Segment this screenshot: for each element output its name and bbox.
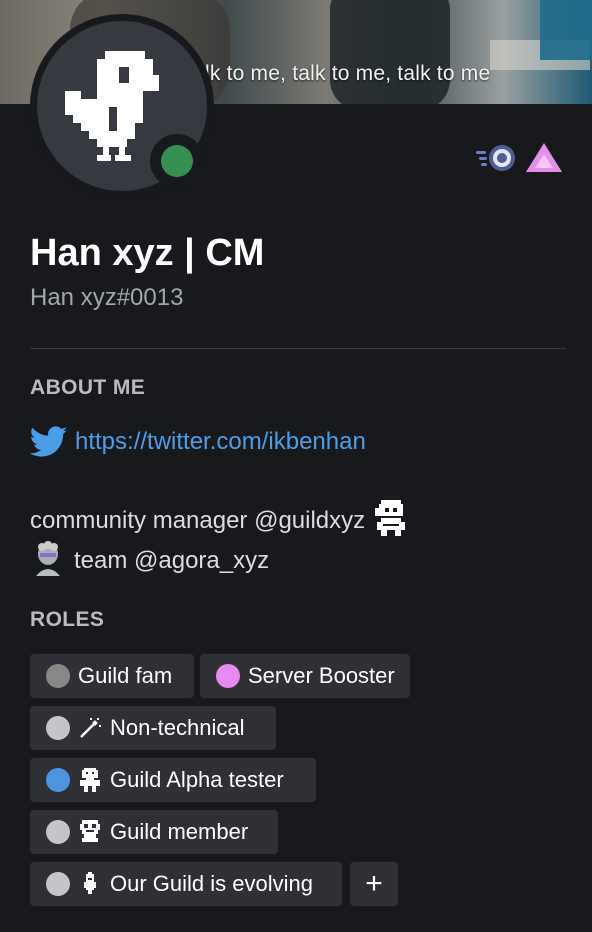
twitter-link[interactable]: https://twitter.com/ikbenhan [75,428,366,456]
role-guild-member[interactable]: Guild member [30,810,278,854]
role-guild-alpha-tester[interactable]: Guild Alpha tester [30,758,316,802]
statue-emoji-icon [30,540,66,583]
role-server-booster[interactable]: Server Booster [200,654,410,698]
divider [30,348,566,349]
role-color-dot[interactable] [46,820,70,844]
role-color-dot[interactable] [46,872,70,896]
add-role-button[interactable]: + [350,862,398,906]
role-label: Guild fam [78,663,173,688]
username-tag: Han xyz#0013 [30,284,184,311]
role-color-dot[interactable] [216,664,240,688]
role-non-technical[interactable]: Non-technical [30,706,276,750]
bio-line-2: team @agora_xyz [30,540,269,583]
role-color-dot[interactable] [46,664,70,688]
role-color-dot[interactable] [46,768,70,792]
server-boost-badge-icon[interactable] [476,142,518,174]
about-me-header: ABOUT ME [30,376,146,399]
role-label: Server Booster [248,663,395,688]
role-label: Guild member [110,819,249,844]
display-name: Han xyz | CM [30,232,265,274]
role-label: Guild Alpha tester [110,767,284,792]
role-guild-fam[interactable]: Guild fam [30,654,194,698]
guild-member-icon [78,820,102,844]
triangle-badge-icon[interactable] [524,140,564,176]
bio-text-1: community manager @guildxyz [30,506,366,534]
role-color-dot[interactable] [46,716,70,740]
alpha-robot-icon [78,768,102,792]
roles-header: ROLES [30,608,105,631]
rocket-icon [78,872,102,896]
twitter-icon [29,426,68,458]
magic-wand-icon [78,716,102,740]
bio-text-2: team @agora_xyz [74,546,270,574]
robot-emoji-icon [375,500,407,543]
plus-icon: + [365,867,383,900]
role-our-guild-is-evolving[interactable]: Our Guild is evolving [30,862,342,906]
role-label: Our Guild is evolving [110,871,313,896]
banner-caption: lk to me, talk to me, talk to me [205,62,491,85]
bio-line-1: community manager @guildxyz [30,500,407,543]
online-status-indicator [161,145,193,177]
role-label: Non-technical [110,715,245,740]
